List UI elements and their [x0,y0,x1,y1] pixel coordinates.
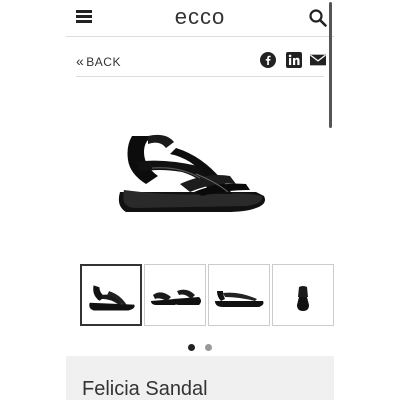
product-image-sandal[interactable] [106,96,286,236]
thumbnail-1[interactable] [80,264,142,326]
email-icon[interactable] [310,52,326,68]
pagination-dot-1[interactable] [187,344,195,351]
thumbnail-strip [80,264,334,326]
back-label: BACK [86,55,121,69]
thumbnail-4[interactable] [272,264,334,326]
brand-logo[interactable]: ecco [66,4,334,30]
linkedin-icon[interactable] [286,52,302,68]
gallery-pagination [66,338,334,356]
thumbnail-back-image [297,286,309,311]
thumbnail-pair-image [151,289,201,305]
pagination-dot-2[interactable] [205,344,213,351]
top-bar: ecco [66,0,334,37]
thumbnail-3[interactable] [208,264,270,326]
thumbnail-sandal-image [89,285,135,311]
product-info-panel: Felicia Sandal [66,356,334,400]
search-icon[interactable] [308,8,328,28]
product-name: Felicia Sandal [82,378,208,400]
back-link[interactable]: «BACK [76,53,121,69]
facebook-icon[interactable] [260,52,276,68]
thumbnail-side-image [215,291,264,307]
scrollbar[interactable] [329,2,332,128]
sub-navigation: «BACK [76,44,326,77]
mobile-page: ecco «BACK Felicia Sandal [66,0,334,400]
chevron-left-icon: « [76,53,85,69]
thumbnail-2[interactable] [144,264,206,326]
